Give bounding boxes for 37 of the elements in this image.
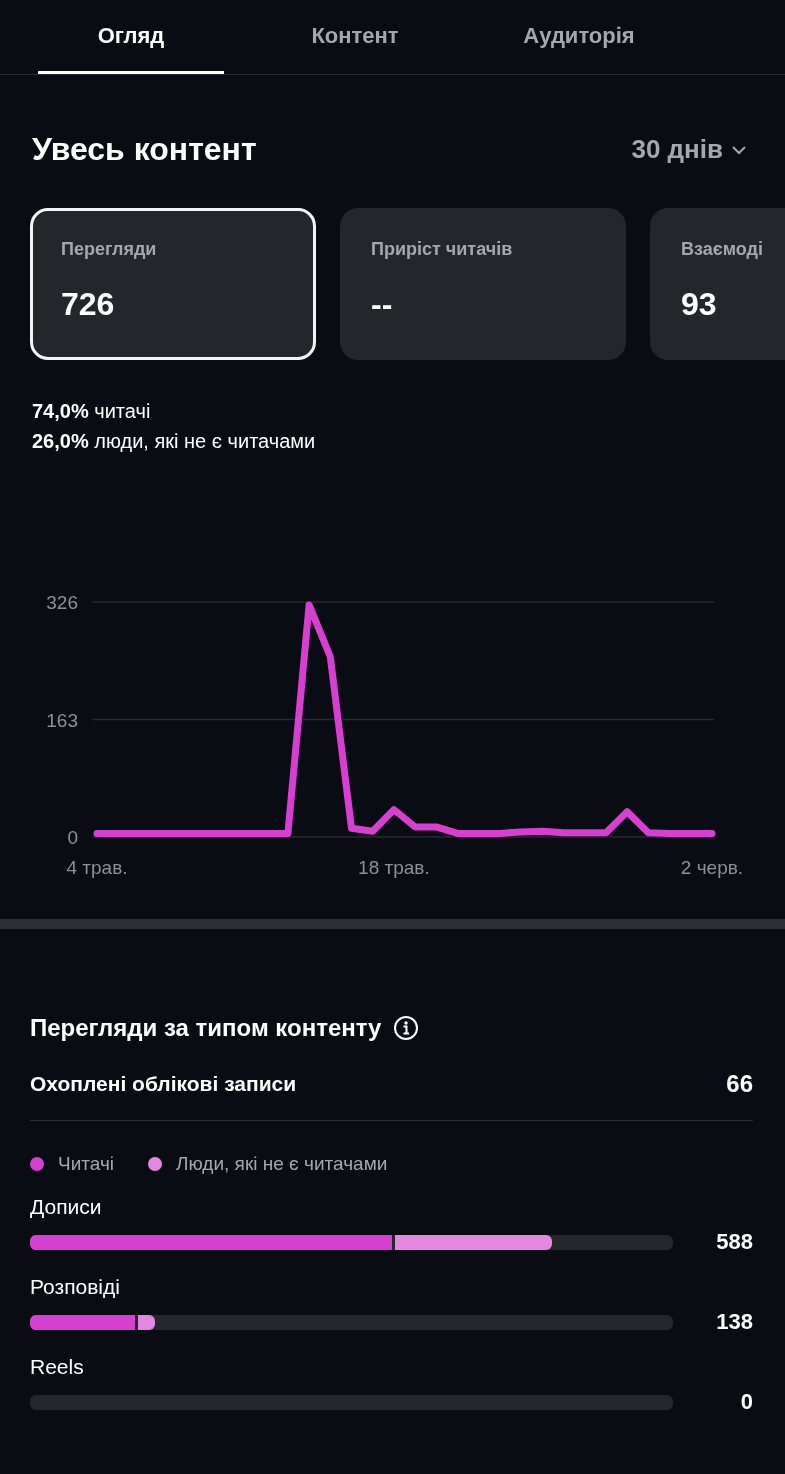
tab[interactable]: Огляд xyxy=(38,0,224,74)
metric-label: Взаємоді xyxy=(681,239,763,260)
metric-value: -- xyxy=(371,286,393,323)
info-icon[interactable] xyxy=(393,1015,420,1041)
section-title: Перегляди за типом контенту xyxy=(30,1014,382,1042)
bar-value: 138 xyxy=(715,1309,753,1335)
content-type-label: Дописи xyxy=(30,1195,103,1219)
period-dropdown[interactable]: 30 днів xyxy=(631,134,747,165)
bar-value: 588 xyxy=(715,1229,753,1255)
legend-label: Читачі xyxy=(58,1153,115,1175)
content-type-label: Розповіді xyxy=(30,1275,121,1299)
percent-value: 26,0% xyxy=(32,430,89,452)
x-axis-label: 18 трав. xyxy=(358,857,430,878)
metric-label: Перегляди xyxy=(61,239,157,260)
audience-label: читачі xyxy=(94,400,151,422)
content-type-label: Reels xyxy=(30,1355,85,1379)
section-title: Увесь контент xyxy=(32,131,257,168)
metric-label: Приріст читачів xyxy=(371,239,513,260)
y-axis-label: 0 xyxy=(67,827,78,848)
x-axis-label: 4 трав. xyxy=(66,857,128,878)
metric-value: 726 xyxy=(61,286,115,323)
tab[interactable]: Контент xyxy=(262,0,448,74)
accounts-value: 66 xyxy=(726,1070,753,1098)
legend-label: Люди, які не є читачами xyxy=(176,1153,388,1175)
y-axis-label: 326 xyxy=(46,592,78,613)
x-axis-label: 2 черв. xyxy=(680,857,744,878)
metric-value: 93 xyxy=(681,286,717,323)
metric-card[interactable]: Приріст читачів -- xyxy=(340,208,626,360)
tab[interactable]: Аудиторія xyxy=(486,0,672,74)
percent-value: 74,0% xyxy=(32,400,89,422)
bar-value: 0 xyxy=(739,1389,753,1415)
metric-card[interactable]: Перегляди 726 xyxy=(30,208,316,360)
accounts-label: Охоплені облікові записи xyxy=(30,1072,297,1096)
audience-label: люди, які не є читачами xyxy=(94,430,316,452)
chevron-down-icon xyxy=(731,144,747,155)
y-axis-label: 163 xyxy=(46,709,78,731)
metric-card[interactable]: Взаємоді 93 xyxy=(650,208,785,360)
